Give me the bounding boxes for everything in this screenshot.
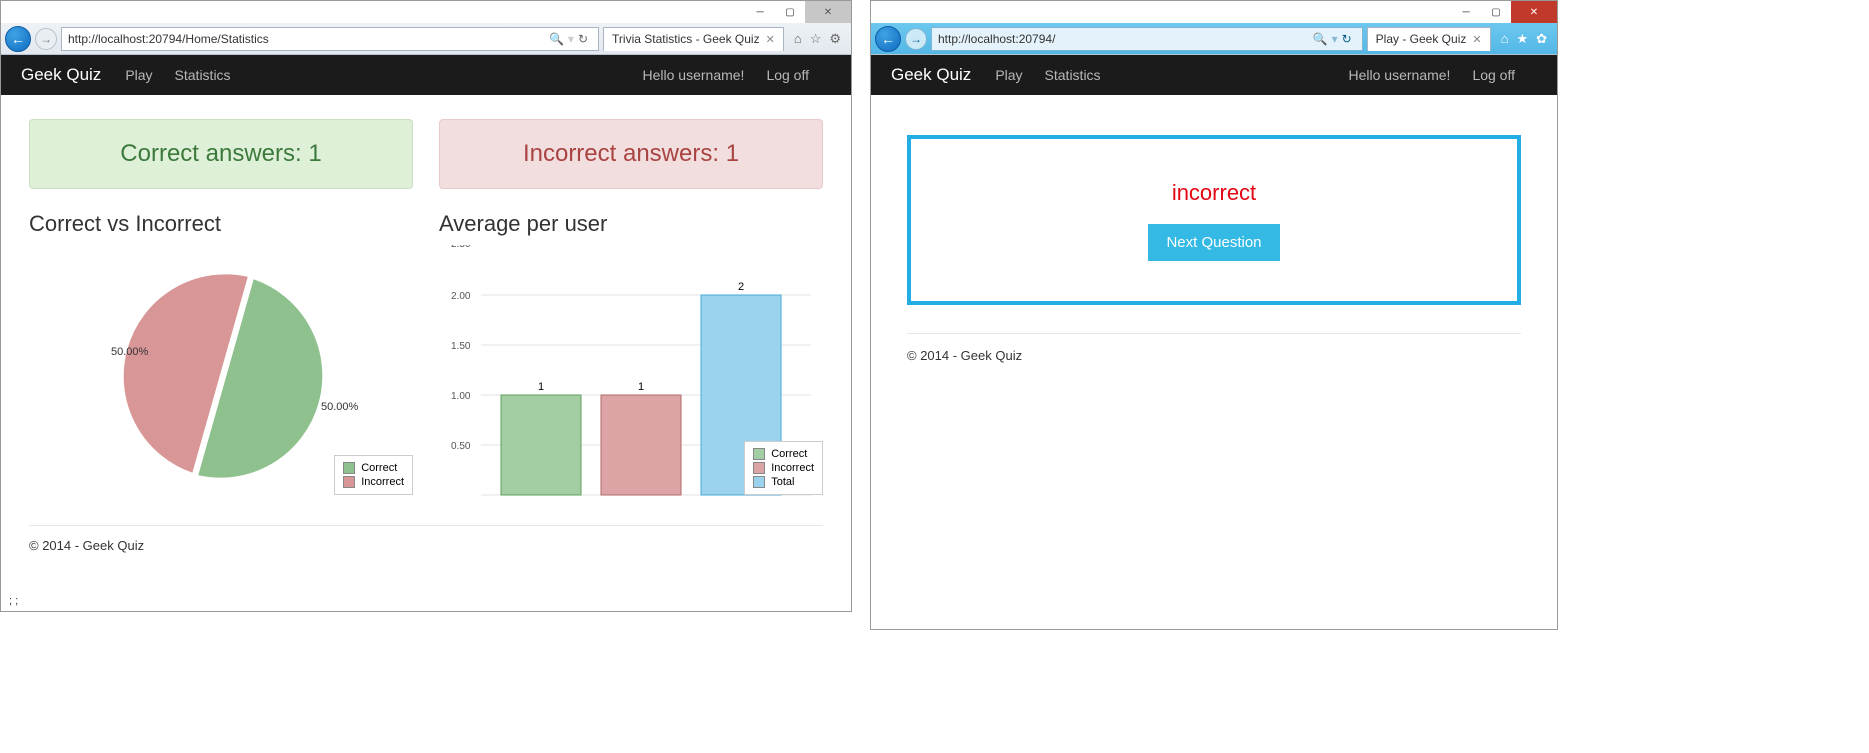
bar-chart: 2.50 2.00 1.50 1.00 0.50 1 1 2 [439,245,823,505]
titlebar-right: ─ ▢ ✕ [871,1,1557,23]
address-bar-row-right: ← → http://localhost:20794/ 🔍 ▾ ↻ Play -… [871,23,1557,55]
nav-forward-button[interactable]: → [905,28,927,50]
nav-link-statistics[interactable]: Statistics [1045,67,1101,83]
url-input[interactable]: http://localhost:20794/Home/Statistics 🔍… [61,27,599,51]
stray-text: ; ; [9,595,18,607]
nav-back-button[interactable]: ← [875,26,901,52]
bar-value-incorrect: 1 [638,381,644,393]
bar-legend: Correct Incorrect Total [744,441,823,495]
search-icon[interactable]: 🔍 [1313,32,1328,46]
browser-tab-statistics[interactable]: Trivia Statistics - Geek Quiz ✕ [603,27,784,51]
home-icon[interactable]: ⌂ [1501,31,1509,47]
tab-title: Play - Geek Quiz [1376,32,1467,46]
bar-chart-title: Average per user [439,211,823,237]
window-minimize-button[interactable]: ─ [1451,1,1481,23]
url-input[interactable]: http://localhost:20794/ 🔍 ▾ ↻ [931,27,1363,51]
logoff-link[interactable]: Log off [1472,67,1515,83]
tab-title: Trivia Statistics - Geek Quiz [612,32,760,46]
arrow-left-icon: ← [881,31,895,47]
incorrect-answers-text: Incorrect answers: 1 [523,140,739,168]
pie-right-label: 50.00% [321,401,359,413]
tab-strip-left: Trivia Statistics - Geek Quiz ✕ [603,27,784,51]
window-close-button[interactable]: ✕ [1511,1,1557,23]
bar-value-total: 2 [738,281,744,293]
legend-item: Correct [361,462,397,474]
legend-item: Incorrect [361,476,404,488]
app-navbar-right: Geek Quiz Play Statistics Hello username… [871,55,1557,95]
settings-icon[interactable]: ⚙ [829,31,841,47]
logoff-link[interactable]: Log off [766,67,809,83]
browser-window-right: ─ ▢ ✕ ← → http://localhost:20794/ 🔍 ▾ ↻ … [870,0,1558,630]
footer-divider [907,333,1521,334]
brand[interactable]: Geek Quiz [21,65,101,85]
bar-correct [501,395,581,495]
tab-close-icon[interactable]: ✕ [766,33,775,46]
titlebar-left: ─ ▢ ✕ [1,1,851,23]
incorrect-answers-card: Incorrect answers: 1 [439,119,823,189]
window-close-button[interactable]: ✕ [805,1,851,23]
browser-tab-play[interactable]: Play - Geek Quiz ✕ [1367,27,1491,51]
tab-strip-right: Play - Geek Quiz ✕ [1367,27,1491,51]
greeting-link[interactable]: Hello username! [1349,67,1451,83]
correct-answers-card: Correct answers: 1 [29,119,413,189]
window-minimize-button[interactable]: ─ [745,1,775,23]
nav-link-statistics[interactable]: Statistics [175,67,231,83]
url-text: http://localhost:20794/ [938,32,1055,46]
app-navbar-left: Geek Quiz Play Statistics Hello username… [1,55,851,95]
y-tick: 1.00 [451,391,471,402]
statistics-content: Correct answers: 1 Incorrect answers: 1 … [1,95,851,577]
window-maximize-button[interactable]: ▢ [775,1,805,23]
favorites-icon[interactable]: ★ [1516,31,1528,47]
refresh-icon[interactable]: ↻ [1342,32,1352,46]
pie-legend: Correct Incorrect [334,455,413,495]
y-tick: 1.50 [451,341,471,352]
legend-item: Total [771,476,794,488]
footer-text-right: © 2014 - Geek Quiz [907,348,1521,363]
play-content: incorrect Next Question © 2014 - Geek Qu… [871,95,1557,403]
pie-left-label: 50.00% [111,346,149,358]
browser-window-left: ─ ▢ ✕ ← → http://localhost:20794/Home/St… [0,0,852,612]
correct-answers-text: Correct answers: 1 [120,140,321,168]
bar-chart-column: Average per user 2.50 2.00 1.5 [439,211,823,505]
nav-back-button[interactable]: ← [5,26,31,52]
bar-value-correct: 1 [538,381,544,393]
arrow-left-icon: ← [11,31,25,47]
pie-chart-title: Correct vs Incorrect [29,211,413,237]
nav-link-play[interactable]: Play [995,67,1022,83]
nav-forward-button[interactable]: → [35,28,57,50]
nav-link-play[interactable]: Play [125,67,152,83]
refresh-icon[interactable]: ↻ [578,32,588,46]
home-icon[interactable]: ⌂ [794,31,802,47]
window-maximize-button[interactable]: ▢ [1481,1,1511,23]
legend-item: Correct [771,448,807,460]
y-tick-top: 2.50 [451,245,471,250]
footer-divider [29,525,823,526]
search-icon[interactable]: 🔍 [549,32,564,46]
address-bar-row-left: ← → http://localhost:20794/Home/Statisti… [1,23,851,55]
legend-item: Incorrect [771,462,814,474]
brand[interactable]: Geek Quiz [891,65,971,85]
bar-incorrect [601,395,681,495]
pie-chart: 50.00% 50.00% Correct Incorrect [29,245,413,505]
url-text: http://localhost:20794/Home/Statistics [68,32,269,46]
result-text: incorrect [1172,180,1256,206]
y-tick: 0.50 [451,441,471,452]
tab-close-icon[interactable]: ✕ [1472,33,1481,46]
arrow-right-icon: → [910,32,922,46]
footer-text-left: © 2014 - Geek Quiz [29,538,823,553]
arrow-right-icon: → [40,32,52,46]
greeting-link[interactable]: Hello username! [643,67,745,83]
next-question-button[interactable]: Next Question [1148,224,1279,261]
pie-chart-column: Correct vs Incorrect 50.00% 50.00% Corre… [29,211,413,505]
y-tick: 2.00 [451,291,471,302]
settings-icon[interactable]: ✿ [1536,31,1547,47]
favorites-icon[interactable]: ☆ [810,31,822,47]
result-panel: incorrect Next Question [907,135,1521,305]
